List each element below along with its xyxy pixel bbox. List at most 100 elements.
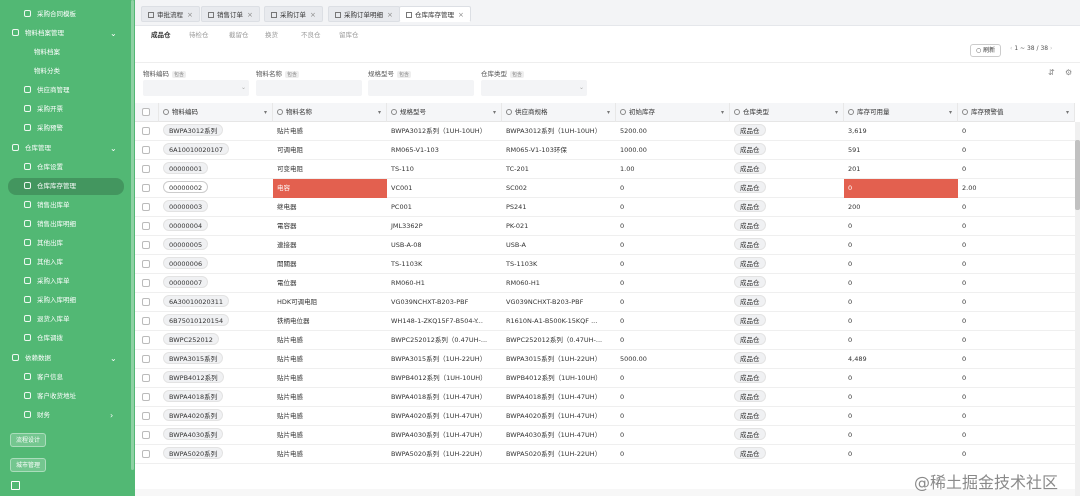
- filter-settings-icon[interactable]: ⇵: [1048, 68, 1055, 77]
- row-checkbox[interactable]: [142, 165, 150, 173]
- row-select-cell[interactable]: [135, 217, 159, 236]
- row-select-cell[interactable]: [135, 426, 159, 445]
- sidebar-item[interactable]: 物料档案: [34, 44, 124, 61]
- material-code-pill[interactable]: BWPB4012系列: [163, 371, 224, 383]
- row-select-cell[interactable]: [135, 293, 159, 312]
- material-code-pill[interactable]: BWPA5020系列: [163, 447, 224, 459]
- next-page-icon[interactable]: ›: [1048, 45, 1052, 52]
- column-header[interactable]: 仓库类型 ▾: [730, 103, 844, 122]
- sort-icon[interactable]: ▾: [721, 103, 724, 122]
- row-checkbox[interactable]: [142, 393, 150, 401]
- row-select-cell[interactable]: [135, 198, 159, 217]
- table-row[interactable]: 00000007 電位器 RM060-H1 RM060-H1 0 成品仓 0 0: [135, 274, 1075, 293]
- table-row[interactable]: 00000006 開關器 TS-1103K TS-1103K 0 成品仓 0 0: [135, 255, 1075, 274]
- table-vertical-scrollbar[interactable]: [1075, 122, 1080, 496]
- table-row[interactable]: 00000003 继电器 PC001 PS241 0 成品仓 200 0: [135, 198, 1075, 217]
- sidebar-item[interactable]: 其他入库: [24, 254, 124, 271]
- column-header[interactable]: 库存预警值 ▾: [958, 103, 1075, 122]
- row-checkbox[interactable]: [142, 127, 150, 135]
- close-icon[interactable]: ×: [458, 11, 464, 19]
- sidebar-item[interactable]: 采购合同模板: [24, 6, 124, 23]
- sidebar-bottom-button[interactable]: 流程设计: [10, 433, 47, 447]
- table-row[interactable]: 00000001 可变电阻 TS-110 TC-201 1.00 成品仓 201 0: [135, 160, 1075, 179]
- sidebar-item[interactable]: 财务 ›: [24, 407, 124, 424]
- tab-1[interactable]: 销售订单 ×: [201, 6, 260, 22]
- column-settings-icon[interactable]: ⚙: [1065, 68, 1072, 77]
- sort-icon[interactable]: ▾: [607, 103, 610, 122]
- column-header[interactable]: 物料编码 ▾: [159, 103, 273, 122]
- material-code-pill[interactable]: 00000005: [163, 238, 209, 250]
- filter-operator-tag[interactable]: 包含: [397, 71, 412, 78]
- material-code-pill[interactable]: 6A30010020311: [163, 295, 230, 307]
- material-code-pill[interactable]: 6A10010020107: [163, 143, 230, 155]
- sidebar-item[interactable]: 仓库设置: [24, 159, 124, 176]
- row-checkbox[interactable]: [142, 203, 150, 211]
- row-select-cell[interactable]: [135, 160, 159, 179]
- subtab-2[interactable]: 截留仓: [223, 29, 255, 41]
- row-select-cell[interactable]: [135, 236, 159, 255]
- subtab-1[interactable]: 待检仓: [183, 29, 215, 41]
- close-icon[interactable]: ×: [247, 11, 253, 19]
- row-select-cell[interactable]: [135, 388, 159, 407]
- sidebar-scrollbar[interactable]: [131, 0, 134, 470]
- sidebar-item[interactable]: 仓库库存管理: [8, 178, 124, 195]
- sort-icon[interactable]: ▾: [264, 103, 267, 122]
- row-select-cell[interactable]: [135, 179, 159, 198]
- sidebar-item[interactable]: 采购开票: [24, 101, 124, 118]
- table-row[interactable]: BWPA4030系列 贴片电感 BWPA4030系列（1UH-47UH） BWPA40…: [135, 426, 1075, 445]
- sidebar-item[interactable]: 依赖数据 ⌄: [12, 350, 124, 367]
- sidebar-item[interactable]: 采购入库明细: [24, 292, 124, 309]
- table-row[interactable]: BWPA3012系列 贴片电感 BWPA3012系列（1UH-10UH） BWPA30…: [135, 122, 1075, 141]
- filter-input[interactable]: [256, 80, 362, 96]
- row-checkbox[interactable]: [142, 450, 150, 458]
- row-checkbox[interactable]: [142, 184, 150, 192]
- row-checkbox[interactable]: [142, 279, 150, 287]
- table-row[interactable]: 00000005 連接器 USB-A-08 USB-A 0 成品仓 0 0: [135, 236, 1075, 255]
- close-icon[interactable]: ×: [187, 11, 193, 19]
- close-icon[interactable]: ×: [310, 11, 316, 19]
- sidebar-item[interactable]: 退货入库单: [24, 311, 124, 328]
- sidebar-bottom-button[interactable]: 城市管理: [10, 458, 47, 472]
- filter-operator-tag[interactable]: 包含: [172, 71, 187, 78]
- subtab-5[interactable]: 留库仓: [333, 29, 365, 41]
- sidebar-item[interactable]: 销售出库明细: [24, 216, 124, 233]
- row-checkbox[interactable]: [142, 355, 150, 363]
- table-row[interactable]: 00000002 电容 VC001 SC002 0 成品仓 0 2.00: [135, 179, 1075, 198]
- sidebar-item[interactable]: 物料档案管理 ⌄: [12, 25, 124, 42]
- table-row[interactable]: BWPA5020系列 贴片电感 BWPA5020系列（1UH-22UH） BWPA50…: [135, 445, 1075, 464]
- material-code-pill[interactable]: 00000006: [163, 257, 209, 269]
- material-code-pill[interactable]: BWPA3015系列: [163, 352, 224, 364]
- material-code-pill[interactable]: BWPA4030系列: [163, 428, 224, 440]
- sort-icon[interactable]: ▾: [493, 103, 496, 122]
- column-header[interactable]: 初始库存 ▾: [616, 103, 730, 122]
- row-checkbox[interactable]: [142, 374, 150, 382]
- row-select-cell[interactable]: [135, 331, 159, 350]
- row-checkbox[interactable]: [142, 412, 150, 420]
- sort-icon[interactable]: ▾: [1066, 103, 1069, 122]
- table-row[interactable]: BWPA3015系列 贴片电感 BWPA3015系列（1UH-22UH） BWPA30…: [135, 350, 1075, 369]
- scrollbar-thumb[interactable]: [1075, 140, 1080, 210]
- table-row[interactable]: 6A10010020107 可调电阻 RM065-V1-103 RM065-V1-10…: [135, 141, 1075, 160]
- sidebar-item[interactable]: 仓库管理 ⌄: [12, 140, 124, 157]
- sort-icon[interactable]: ▾: [835, 103, 838, 122]
- material-code-pill[interactable]: BWPC252012: [163, 333, 219, 345]
- filter-input[interactable]: ⌄: [143, 80, 249, 96]
- subtab-4[interactable]: 不良仓: [295, 29, 327, 41]
- row-checkbox[interactable]: [142, 336, 150, 344]
- material-code-pill[interactable]: BWPA3012系列: [163, 124, 224, 136]
- refresh-button[interactable]: ○ 刷新: [970, 44, 1002, 57]
- material-code-pill[interactable]: 00000007: [163, 276, 209, 288]
- table-row[interactable]: 6A30010020311 HDK可调电阻 VG039NCHXT-B203-PBF V…: [135, 293, 1075, 312]
- tab-3[interactable]: 采购订单明细 ×: [328, 6, 400, 22]
- column-header[interactable]: 供应商规格 ▾: [502, 103, 616, 122]
- tab-4[interactable]: 仓库库存管理 ×: [399, 6, 471, 22]
- sidebar-item[interactable]: 其他出库: [24, 235, 124, 252]
- sidebar-item[interactable]: 客户信息: [24, 369, 124, 386]
- row-checkbox[interactable]: [142, 260, 150, 268]
- select-all-checkbox[interactable]: [142, 108, 150, 116]
- row-checkbox[interactable]: [142, 298, 150, 306]
- column-header[interactable]: 库存可用量 ▾: [844, 103, 958, 122]
- material-code-pill[interactable]: 00000001: [163, 162, 209, 174]
- sidebar-item[interactable]: 客户收货地址: [24, 388, 124, 405]
- table-row[interactable]: BWPB4012系列 贴片电感 BWPB4012系列（1UH-10UH） BWPB40…: [135, 369, 1075, 388]
